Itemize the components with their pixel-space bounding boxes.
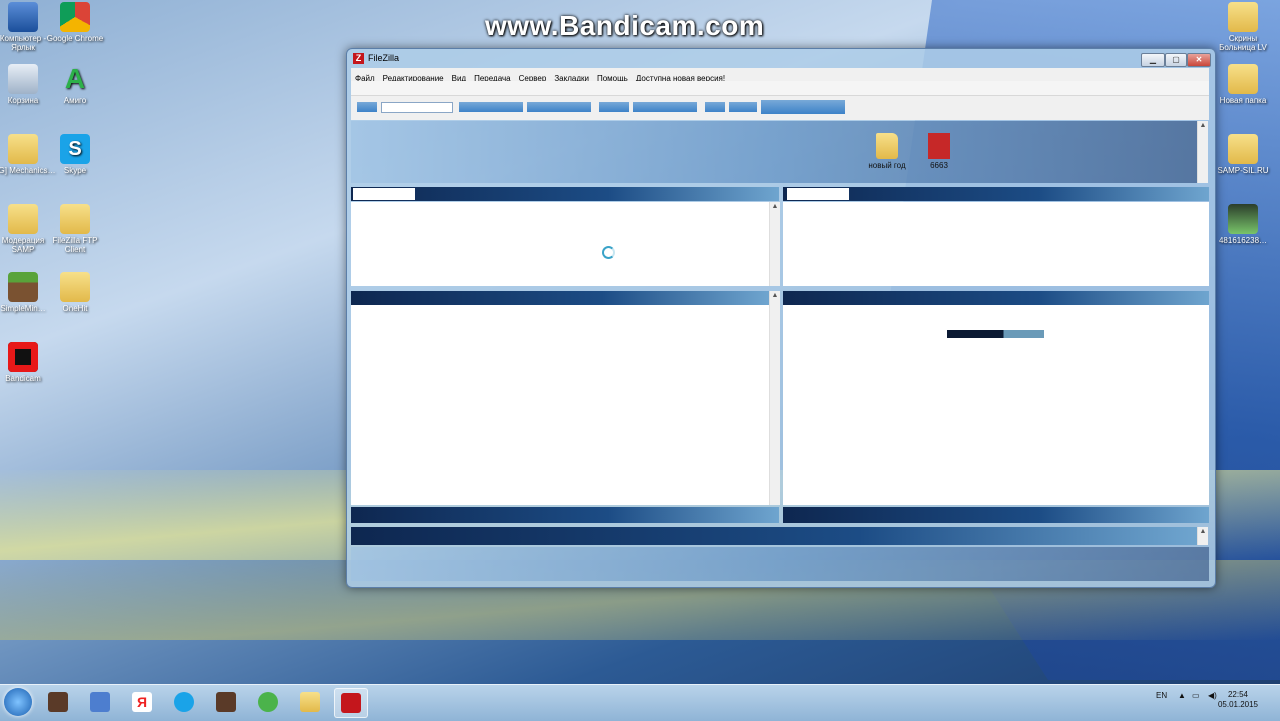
game-icon xyxy=(48,692,68,712)
message-log-scrollbar[interactable]: ▲ xyxy=(1197,121,1208,183)
inner-icon-6663[interactable]: 6663 xyxy=(917,133,961,170)
language-indicator[interactable]: EN xyxy=(1156,691,1167,700)
scroll-up-icon: ▲ xyxy=(771,292,779,299)
menu-bar: Файл Редактирование Вид Передача Сервер Закла… xyxy=(351,68,1209,83)
desktop-icon-new-folder[interactable]: Новая папка xyxy=(1210,64,1276,105)
desktop-icon-image-file[interactable]: 481616238… xyxy=(1210,204,1276,245)
image-icon xyxy=(928,133,950,159)
scroll-up-icon: ▲ xyxy=(1199,122,1207,129)
folder-icon xyxy=(60,272,90,302)
local-directory-tree[interactable] xyxy=(351,202,769,286)
desktop-icon-onehit[interactable]: OneHit xyxy=(42,272,108,313)
desktop-icon-screenshots-folder[interactable]: Скрины Больница LV xyxy=(1210,2,1276,52)
password-field[interactable] xyxy=(527,102,591,112)
taskbar-app-game2[interactable] xyxy=(210,688,242,716)
utorrent-icon xyxy=(258,692,278,712)
tray-expand-icon[interactable]: ▲ xyxy=(1178,691,1186,700)
remote-file-list-header[interactable] xyxy=(783,291,1209,305)
username-field[interactable] xyxy=(459,102,523,112)
minecraft-icon xyxy=(8,272,38,302)
toolbar-highlight xyxy=(761,100,845,114)
taskbar-app-explorer[interactable] xyxy=(294,688,326,716)
folder-icon xyxy=(1228,2,1258,32)
network-icon[interactable]: ▭ xyxy=(1192,691,1200,700)
window-titlebar[interactable]: Z FileZilla ▁ ▢ ✕ xyxy=(347,49,1215,69)
taskbar-app-game[interactable] xyxy=(42,688,74,716)
taskbar-app-utorrent[interactable] xyxy=(252,688,284,716)
desktop-icon-filezilla-folder[interactable]: FileZilla FTP Client xyxy=(42,204,108,254)
clock-date: 05.01.2015 xyxy=(1217,700,1258,709)
game-icon xyxy=(216,692,236,712)
desktop-icon-amigo[interactable]: A Амиго xyxy=(42,63,108,106)
local-file-list[interactable] xyxy=(351,305,769,505)
queue-tabs[interactable] xyxy=(351,527,1197,545)
quickconnect-dropdown[interactable] xyxy=(729,102,757,112)
remote-directory-tree[interactable] xyxy=(783,202,1209,286)
folder-icon xyxy=(60,204,90,234)
transfer-queue[interactable] xyxy=(351,547,1209,581)
taskbar-app-skype[interactable] xyxy=(168,688,200,716)
computer-icon xyxy=(8,2,38,32)
taskbar-app-filezilla[interactable] xyxy=(334,688,368,718)
filezilla-window: Z FileZilla ▁ ▢ ✕ Файл Редактирование Вид П… xyxy=(346,48,1216,588)
host-label xyxy=(357,102,377,112)
volume-icon[interactable]: ◀) xyxy=(1208,691,1217,700)
remote-status-bar xyxy=(783,507,1209,523)
skype-icon xyxy=(174,692,194,712)
local-status-bar xyxy=(351,507,779,523)
local-site-bar[interactable] xyxy=(351,187,779,201)
yandex-icon: Я xyxy=(132,692,152,712)
queue-scrollbar[interactable]: ▲ xyxy=(1197,527,1208,545)
maximize-button[interactable]: ▢ xyxy=(1165,53,1187,67)
desktop-icon-samp-sil[interactable]: SAMP-SIL.RU xyxy=(1210,134,1276,175)
filezilla-icon xyxy=(341,693,361,713)
close-button[interactable]: ✕ xyxy=(1187,53,1211,67)
recording-watermark: www.Bandicam.com xyxy=(485,10,765,41)
desktop-icon-skype[interactable]: S Skype xyxy=(42,134,108,175)
local-tree-scrollbar[interactable]: ▲ xyxy=(769,202,780,286)
chrome-icon xyxy=(60,2,90,32)
recycle-bin-icon xyxy=(8,64,38,94)
desktop-icon-chrome[interactable]: Google Chrome xyxy=(42,2,108,43)
quickconnect-bar xyxy=(351,96,1209,120)
quickconnect-button[interactable] xyxy=(705,102,725,112)
system-clock[interactable]: 22:54 05.01.2015 xyxy=(1218,690,1258,710)
start-button[interactable] xyxy=(4,688,32,716)
taskbar: Я EN ▲ ▭ ◀) 22:54 05.01.2015 xyxy=(0,684,1280,721)
host-input[interactable] xyxy=(381,102,453,113)
folder-icon xyxy=(8,204,38,234)
folder-icon xyxy=(876,133,898,159)
local-list-scrollbar[interactable]: ▲ xyxy=(769,291,780,505)
loading-spinner-icon xyxy=(602,246,615,259)
window-title: FileZilla xyxy=(368,53,400,63)
skype-icon: S xyxy=(60,134,90,164)
desktop-icon-bandicam[interactable]: Bandicam xyxy=(0,342,56,383)
speaker-icon xyxy=(90,692,110,712)
clock-time: 22:54 xyxy=(1227,690,1248,699)
scroll-up-icon: ▲ xyxy=(771,203,779,210)
folder-icon xyxy=(8,134,38,164)
bandicam-icon xyxy=(8,342,38,372)
folder-icon xyxy=(1228,134,1258,164)
scroll-up-icon: ▲ xyxy=(1199,528,1207,535)
amigo-icon: A xyxy=(64,63,86,94)
port-label xyxy=(599,102,629,112)
message-log xyxy=(351,121,1197,183)
connection-progress-bar xyxy=(947,330,1044,338)
filezilla-logo-icon: Z xyxy=(353,53,364,64)
local-site-input[interactable] xyxy=(353,188,415,200)
taskbar-app-volume[interactable] xyxy=(84,688,116,716)
folder-icon xyxy=(1228,64,1258,94)
local-file-list-header[interactable] xyxy=(351,291,769,305)
toolbar-icons-row xyxy=(351,81,1209,96)
eye-image-icon xyxy=(1228,204,1258,234)
taskbar-app-yandex[interactable]: Я xyxy=(126,688,158,716)
remote-site-input[interactable] xyxy=(787,188,849,200)
inner-icon-new-year[interactable]: новый год xyxy=(865,133,909,170)
minimize-button[interactable]: ▁ xyxy=(1141,53,1165,67)
folder-icon xyxy=(300,692,320,712)
port-field[interactable] xyxy=(633,102,697,112)
